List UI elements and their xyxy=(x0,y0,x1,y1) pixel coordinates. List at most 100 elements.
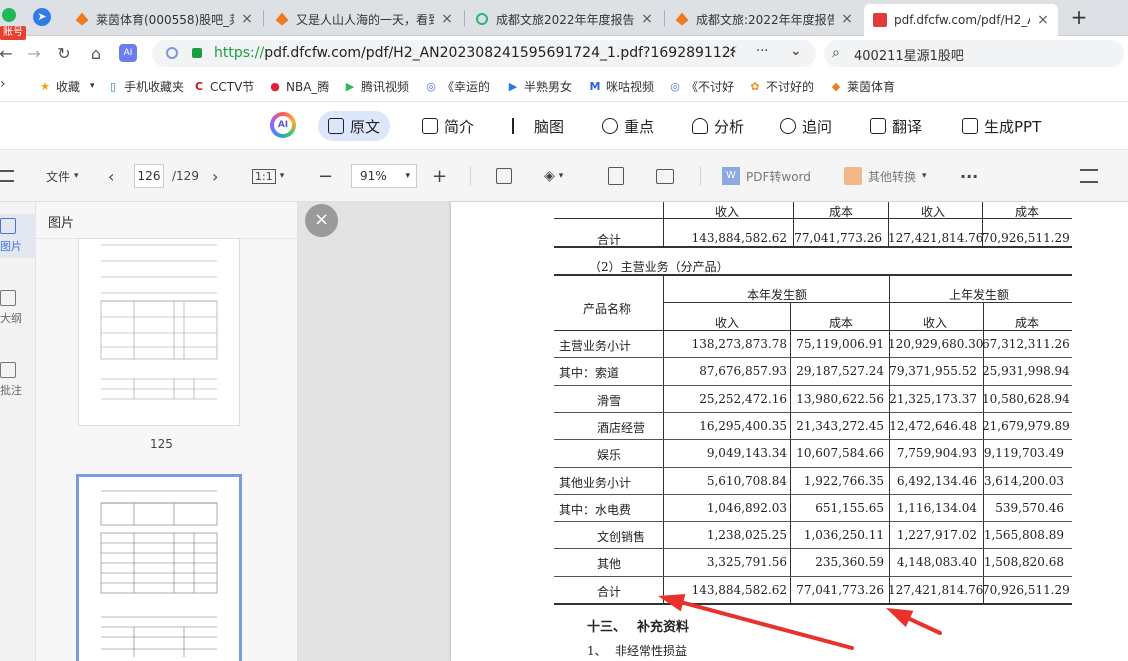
row-value: 1,922,766.35 xyxy=(803,473,884,488)
video-icon: ◎ xyxy=(670,79,680,93)
home-icon[interactable]: ⌂ xyxy=(84,41,108,65)
next-page-button[interactable]: › xyxy=(212,166,218,186)
file-menu[interactable]: 文件 ▾ xyxy=(46,166,79,186)
tab-pdf-active[interactable]: pdf.dfcfw.com/pdf/H2_A × xyxy=(864,4,1058,36)
other-convert-button[interactable]: 其他转换 ▾ xyxy=(844,166,927,186)
tab-title: 莱茵体育(000558)股吧_莱 xyxy=(96,12,234,27)
tab-title: 又是人山人海的一天，看到 xyxy=(296,12,434,27)
row-value: 25,931,998.94 xyxy=(982,364,1070,379)
total-pages: /129 xyxy=(172,169,199,183)
browser-window: 账号 ➤ 莱茵体育(000558)股吧_莱 × 又是人山人海的一天，看到 × 成… xyxy=(0,0,1128,661)
ai-tab-original[interactable]: 原文 xyxy=(318,111,391,141)
url-text[interactable]: https://pdf.dfcfw.com/pdf/H2_AN202308241… xyxy=(214,45,734,61)
new-tab-button[interactable]: + xyxy=(1067,6,1091,30)
summary-icon xyxy=(422,118,438,134)
find-icon[interactable] xyxy=(1080,166,1098,186)
close-icon[interactable]: × xyxy=(840,11,854,27)
ai-tab-followup[interactable]: 追问 xyxy=(770,111,842,141)
outline-icon xyxy=(0,290,16,306)
more-url-button[interactable]: ··· xyxy=(756,44,768,59)
rotate-icon[interactable] xyxy=(496,166,512,186)
ai-tab-keypoints[interactable]: 重点 xyxy=(592,111,664,141)
ai-tab-mindmap[interactable]: 脑图 xyxy=(502,111,574,141)
row-name: 其中：索道 xyxy=(559,366,620,381)
zoom-in-button[interactable]: + xyxy=(432,166,447,187)
fire-icon xyxy=(74,11,90,27)
comment-icon[interactable] xyxy=(656,166,674,186)
account-badge[interactable]: 账号 xyxy=(0,26,26,40)
col-product-name: 产品名称 xyxy=(583,302,632,316)
close-icon[interactable]: × xyxy=(440,11,454,27)
row-value: 21,679,979.89 xyxy=(982,418,1070,433)
subheader-cost: 成本 xyxy=(1015,316,1040,330)
back-icon[interactable]: ← xyxy=(0,41,18,65)
ai-tab-analysis[interactable]: 分析 xyxy=(682,111,754,141)
send-icon[interactable]: ➤ xyxy=(33,8,51,26)
page-thumbnail-125[interactable] xyxy=(78,238,240,426)
bookmark-cctv[interactable]: C CCTV节 xyxy=(192,78,254,94)
close-icon[interactable]: × xyxy=(240,11,254,27)
zoom-out-button[interactable]: − xyxy=(318,166,333,187)
more-button[interactable]: ··· xyxy=(960,166,978,186)
ai-tab-summary[interactable]: 简介 xyxy=(412,111,484,141)
tab-title: 成都文旅2022年年度报告 xyxy=(496,12,634,27)
forward-icon[interactable]: → xyxy=(22,41,46,65)
rail-item-images[interactable]: 图片 xyxy=(0,214,36,258)
address-bar[interactable]: https://pdf.dfcfw.com/pdf/H2_AN202308241… xyxy=(152,40,816,67)
ai-tab-translate[interactable]: 翻译 xyxy=(860,111,932,141)
item-1-number: 1、 xyxy=(587,644,607,658)
ai-tab-generate-ppt[interactable]: 生成PPT xyxy=(952,111,1051,141)
chevron-right-icon[interactable]: › xyxy=(0,76,6,92)
close-icon[interactable]: × xyxy=(640,11,654,27)
chevron-down-icon[interactable]: ⌄ xyxy=(790,43,802,59)
tab-laiyin-stock[interactable]: 莱茵体育(000558)股吧_莱 × xyxy=(66,4,262,34)
row-value: 70,926,511.29 xyxy=(982,231,1070,245)
bookmark-favorites[interactable]: ★ 收藏 ▾ xyxy=(38,78,96,94)
row-value: 651,155.65 xyxy=(815,500,884,515)
page-view-icon[interactable] xyxy=(608,166,624,186)
bookmarks-bar: › ★ 收藏 ▾ ▯ 手机收藏夹 C CCTV节 ● NBA_腾 ▶ 腾讯视频 ◎ 《幸运的 … xyxy=(0,70,1128,102)
thumbnail-preview xyxy=(100,244,218,400)
row-name: 其中：水电费 xyxy=(559,502,632,517)
bookmark-nba[interactable]: ● NBA_腾 xyxy=(268,78,330,94)
ai-logo-icon[interactable]: AI xyxy=(270,112,296,138)
bookmark-mobile[interactable]: ▯ 手机收藏夹 xyxy=(106,78,184,94)
page-thumbnail-126[interactable] xyxy=(76,474,242,661)
bookmark-butaohao-1[interactable]: ◎ 《不讨好 xyxy=(668,78,736,94)
pdf-to-word-button[interactable]: W PDF转word xyxy=(722,166,811,186)
row-value: 1,036,250.11 xyxy=(803,528,884,543)
tab-cd-tourism-report-1[interactable]: 成都文旅2022年年度报告 × xyxy=(466,4,662,34)
header-cost: 成本 xyxy=(829,205,854,219)
menu-icon[interactable] xyxy=(0,166,14,186)
tab-crowded-day[interactable]: 又是人山人海的一天，看到 × xyxy=(266,4,462,34)
bookmark-tencent-video[interactable]: ▶ 腾讯视频 xyxy=(343,78,411,94)
sidebar-rail: 图片 大纲 批注 xyxy=(0,202,36,661)
bookmark-banshu[interactable]: ▶ 半熟男女 xyxy=(506,78,574,94)
lock-icon xyxy=(192,48,202,58)
star-circle-icon xyxy=(602,118,618,134)
close-icon[interactable]: × xyxy=(1036,12,1050,28)
search-box[interactable]: ⌕ 400211星源1股吧 xyxy=(824,40,1124,67)
actual-size-button[interactable]: 1:1 ▾ xyxy=(252,166,284,186)
close-panel-button[interactable]: × xyxy=(305,204,338,237)
lightning-icon[interactable]: ⚡ xyxy=(728,44,738,60)
tab-cd-tourism-report-2[interactable]: 成都文旅:2022年年度报告 × xyxy=(666,4,862,34)
bookmark-butaohao-2[interactable]: ✿ 不讨好的 xyxy=(748,78,816,94)
rail-item-outline[interactable]: 大纲 xyxy=(0,286,36,330)
row-name: 酒店经营 xyxy=(597,420,646,435)
ai-assistant-icon[interactable]: AI xyxy=(116,41,140,65)
fill-color-icon[interactable]: ◈ ▾ xyxy=(544,166,563,186)
row-name: 文创销售 xyxy=(597,530,646,545)
row-value: 10,607,584.66 xyxy=(796,446,884,461)
bookmark-migu[interactable]: M 咪咕视频 xyxy=(588,78,656,94)
site-info-icon[interactable] xyxy=(166,47,178,59)
reload-icon[interactable]: ↻ xyxy=(52,41,76,65)
row-value: 143,884,582.62 xyxy=(691,231,787,245)
rail-item-annotations[interactable]: 批注 xyxy=(0,358,36,402)
zoom-select[interactable]: 91% ▾ xyxy=(351,164,417,188)
page-number-input[interactable]: 126 xyxy=(134,164,164,188)
bookmark-laiyin[interactable]: ◆ 莱茵体育 xyxy=(829,78,899,94)
search-query[interactable]: 400211星源1股吧 xyxy=(854,45,964,64)
prev-page-button[interactable]: ‹ xyxy=(108,166,114,186)
bookmark-lucky[interactable]: ◎ 《幸运的 xyxy=(424,78,492,94)
